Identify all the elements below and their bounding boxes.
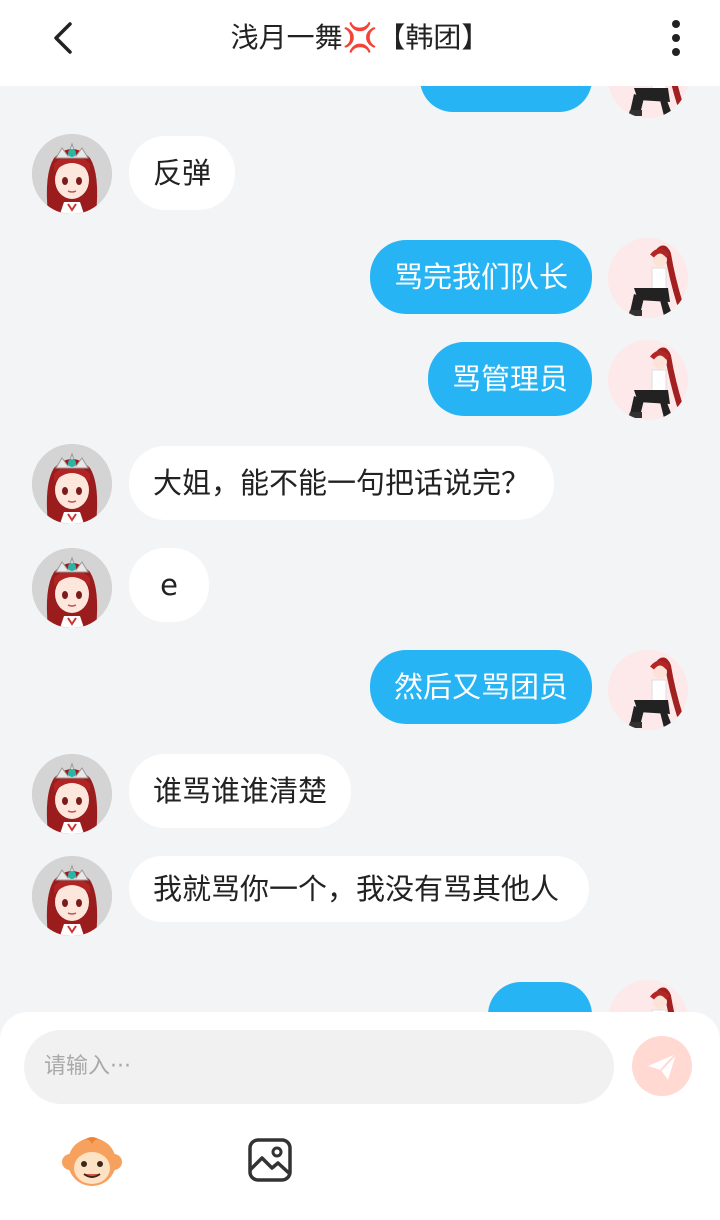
more-vertical-icon	[672, 20, 680, 56]
avatar[interactable]	[608, 86, 688, 118]
image-icon	[248, 1138, 292, 1182]
avatar[interactable]	[32, 134, 112, 214]
chat-header: 浅月一舞💢【韩团】	[0, 0, 720, 86]
message-bubble[interactable]: 我就骂你一个，我没有骂其他人	[129, 856, 589, 922]
avatar[interactable]	[32, 754, 112, 834]
message-bubble[interactable]: 骂完我们队长	[369, 240, 592, 314]
avatar[interactable]	[32, 856, 112, 936]
monkey-emoji-icon	[62, 1137, 122, 1186]
message-bubble[interactable]: 然后又骂团员	[369, 650, 592, 724]
avatar[interactable]	[32, 444, 112, 524]
message-bubble[interactable]: 骂管理员	[427, 342, 592, 416]
message-bubble[interactable]	[420, 86, 592, 112]
paper-plane-icon	[648, 1053, 677, 1080]
send-button[interactable]	[632, 1036, 692, 1096]
message-input-placeholder: 请输入···	[44, 1054, 131, 1079]
avatar[interactable]	[608, 980, 688, 1014]
avatar[interactable]	[608, 650, 688, 730]
message-list[interactable]: 反弹 骂完我们队长 骂管理员 大姐，能不能一句把话说完？ e 然后又骂团员 谁骂…	[0, 86, 720, 1014]
avatar[interactable]	[32, 548, 112, 628]
emoji-button[interactable]	[60, 1132, 124, 1190]
message-composer: 请输入···	[0, 1012, 720, 1220]
chat-title: 浅月一舞💢【韩团】	[230, 21, 490, 54]
message-bubble[interactable]	[488, 982, 592, 1014]
message-bubble[interactable]: e	[129, 548, 209, 622]
message-bubble[interactable]: 大姐，能不能一句把话说完？	[129, 446, 555, 520]
message-bubble[interactable]: 反弹	[129, 136, 236, 210]
message-bubble[interactable]: 谁骂谁谁清楚	[129, 754, 352, 828]
message-input[interactable]: 请输入···	[24, 1030, 614, 1104]
avatar[interactable]	[608, 238, 688, 318]
avatar[interactable]	[608, 340, 688, 420]
more-options-button[interactable]	[660, 18, 692, 58]
image-button[interactable]	[246, 1136, 294, 1184]
